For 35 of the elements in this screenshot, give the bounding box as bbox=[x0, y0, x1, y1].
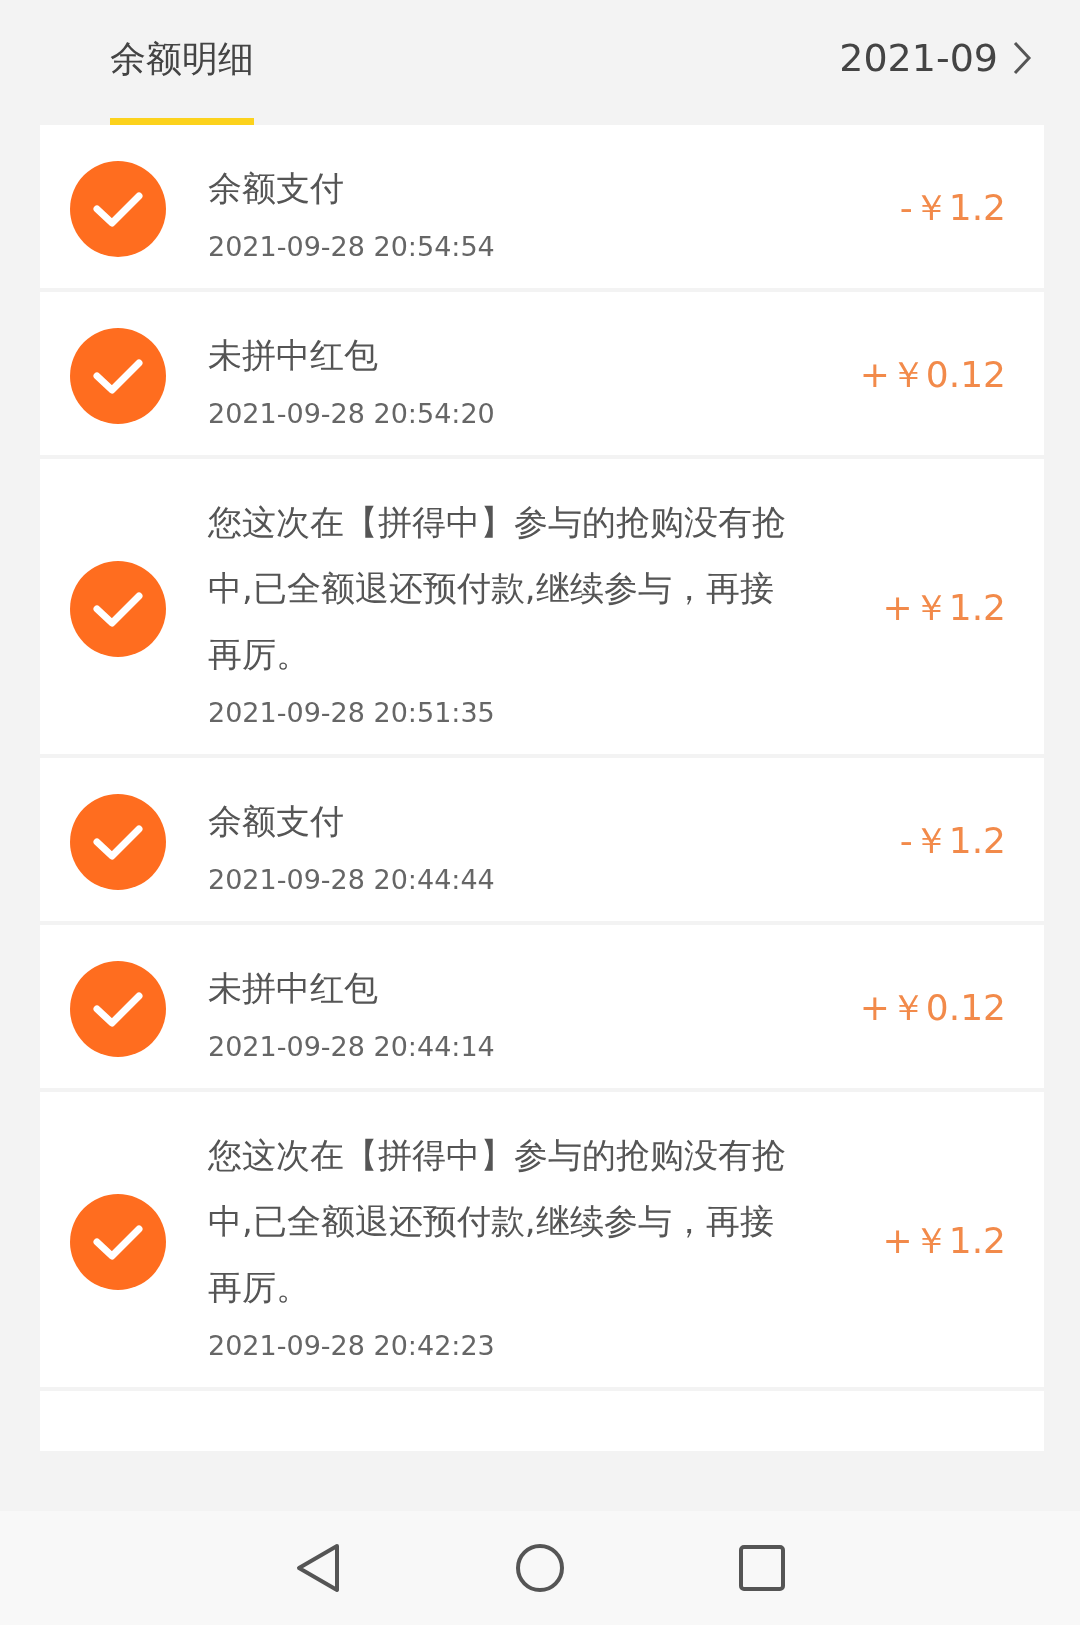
transaction-amount: -￥1.2 bbox=[899, 186, 1006, 230]
home-icon[interactable] bbox=[515, 1543, 565, 1593]
check-circle-icon bbox=[70, 560, 166, 657]
transaction-card[interactable]: 未拼中红包 2021-09-28 20:54:20 +￥0.12 bbox=[40, 292, 1044, 455]
transaction-amount: +￥1.2 bbox=[882, 586, 1006, 630]
transaction-time: 2021-09-28 20:42:23 bbox=[208, 1330, 496, 1361]
transaction-time: 2021-09-28 20:44:44 bbox=[208, 864, 496, 895]
transaction-card[interactable]: 您这次在【拼得中】参与的抢购没有抢中,已全额退还预付款,继续参与，再接再厉。 2021-09-28 20:51:35 +￥1.2 bbox=[40, 459, 1044, 754]
chevron-right-icon bbox=[1012, 39, 1032, 76]
transaction-time: 2021-09-28 20:54:20 bbox=[208, 398, 496, 429]
transaction-amount: +￥0.12 bbox=[859, 353, 1006, 397]
check-circle-icon bbox=[70, 160, 166, 257]
transaction-card[interactable]: 余额支付 2021-09-28 20:44:44 -￥1.2 bbox=[40, 758, 1044, 921]
recent-apps-icon[interactable] bbox=[739, 1545, 785, 1591]
transaction-amount: +￥0.12 bbox=[859, 986, 1006, 1030]
transaction-title: 您这次在【拼得中】参与的抢购没有抢中,已全额退还预付款,继续参与，再接再厉。 bbox=[208, 1134, 787, 1309]
transaction-title: 余额支付 bbox=[208, 800, 345, 843]
transaction-card[interactable]: 您这次在【拼得中】参与的抢购没有抢中,已全额退还预付款,继续参与，再接再厉。 2021-09-28 20:42:23 +￥1.2 bbox=[40, 1092, 1044, 1387]
month-picker[interactable]: 2021-09 bbox=[839, 0, 1032, 125]
transaction-title: 余额支付 bbox=[208, 167, 345, 210]
transaction-card[interactable]: 未拼中红包 2021-09-28 20:44:14 +￥0.12 bbox=[40, 925, 1044, 1088]
check-circle-icon bbox=[70, 1193, 166, 1290]
transaction-title: 未拼中红包 bbox=[208, 334, 379, 377]
check-circle-icon bbox=[70, 793, 166, 890]
transaction-amount: -￥1.2 bbox=[899, 819, 1006, 863]
back-icon[interactable] bbox=[295, 1543, 341, 1593]
transaction-amount: +￥1.2 bbox=[882, 1219, 1006, 1263]
transaction-time: 2021-09-28 20:54:54 bbox=[208, 231, 496, 262]
transaction-title: 未拼中红包 bbox=[208, 967, 379, 1010]
transaction-title: 您这次在【拼得中】参与的抢购没有抢中,已全额退还预付款,继续参与，再接再厉。 bbox=[208, 501, 787, 676]
check-circle-icon bbox=[70, 327, 166, 424]
check-circle-icon bbox=[70, 960, 166, 1057]
transaction-time: 2021-09-28 20:44:14 bbox=[208, 1031, 496, 1062]
transaction-time: 2021-09-28 20:51:35 bbox=[208, 697, 496, 728]
transaction-card[interactable]: 余额支付 2021-09-28 20:54:54 -￥1.2 bbox=[40, 125, 1044, 288]
